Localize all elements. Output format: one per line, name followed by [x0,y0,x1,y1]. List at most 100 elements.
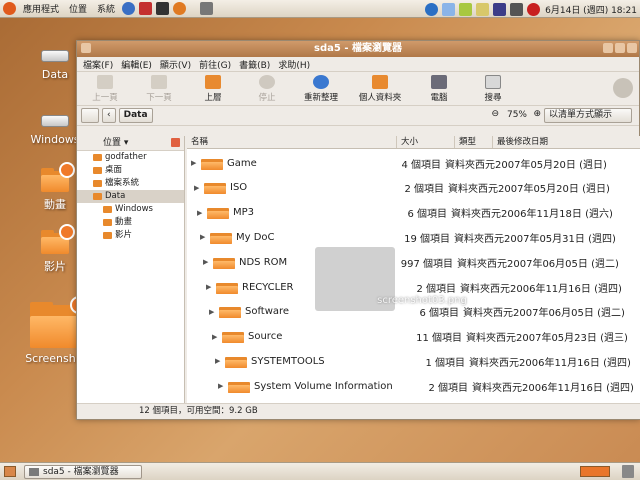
place-icon [93,167,102,174]
network-signal-icon[interactable] [493,2,507,16]
expander-icon: ▶ [212,332,218,341]
side-item[interactable]: Windows [77,203,184,216]
home-button[interactable]: 個人資料夾 [351,75,409,103]
side-item[interactable]: 影片 [77,229,184,242]
close-icon[interactable] [627,43,637,53]
column-size[interactable]: 大小 [397,136,455,148]
folder-icon [228,380,250,393]
stop-icon [259,75,275,89]
expander-icon: ▶ [209,307,215,316]
zoom-out-icon[interactable]: ⊖ [491,109,499,119]
zoom-level[interactable]: 75% [507,110,527,120]
file-type: 資料夾 [451,209,481,221]
mail-icon[interactable] [139,2,153,15]
file-date: 西元2007年05月23日 (週三) [496,333,628,345]
minimize-icon[interactable] [603,43,613,53]
file-name: My DoC [236,231,275,243]
file-size: 11 個項目 [416,333,462,345]
column-type[interactable]: 類型 [455,136,493,148]
window-titlebar[interactable]: sda5 - 檔案瀏覽器 [77,41,639,57]
menu-places[interactable]: 位置 [64,2,92,15]
forward-button[interactable]: 下一頁 [135,75,183,103]
table-row[interactable]: ▶ SYSTEMTOOLS 1 個項目 資料夾 西元2006年11月16日 (週四) [215,350,631,372]
list-header: 名稱 大小 類型 最後修改日期 [187,136,640,149]
ubuntu-logo-icon[interactable] [3,2,16,15]
file-type: 資料夾 [445,159,475,171]
reload-button[interactable]: 重新整理 [297,75,345,103]
maximize-icon[interactable] [615,43,625,53]
stop-button[interactable]: 停止 [243,75,291,103]
close-side-pane-icon[interactable] [171,138,180,147]
menu-help[interactable]: 求助(H) [278,58,310,71]
update-icon[interactable] [425,2,439,16]
workspace-switcher[interactable] [580,466,610,477]
file-date: 西元2006年11月18日 (週六) [481,209,613,221]
toggle-location-button[interactable] [81,108,99,123]
table-row[interactable]: ▶ MP3 6 個項目 資料夾 西元2006年11月18日 (週六) [197,202,613,224]
folder-icon [41,224,75,254]
column-date[interactable]: 最後修改日期 [493,136,640,148]
arrow-left-icon [97,75,113,89]
table-row[interactable]: ▶ ISO 2 個項目 資料夾 西元2007年05月20日 (週日) [194,177,610,199]
file-date: 西元2007年05月20日 (週日) [475,159,607,171]
side-item-label: Data [105,191,126,201]
file-size: 2 個項目 [428,382,468,394]
column-name[interactable]: 名稱 [187,136,397,148]
file-manager-window: sda5 - 檔案瀏覽器 檔案(F) 編輯(E) 顯示(V) 前往(G) 書籤(… [76,40,640,420]
table-row[interactable]: ▶ My DoC 19 個項目 資料夾 西元2007年05月31日 (週四) [200,226,616,248]
trash-icon[interactable] [622,465,634,478]
path-button-data[interactable]: Data [118,108,153,123]
side-item[interactable]: 檔案系統 [77,177,184,190]
side-item-label: 影片 [115,230,133,240]
side-item[interactable]: 動畫 [77,216,184,229]
drive-icon [41,115,69,127]
file-type: 資料夾 [472,382,502,394]
show-desktop-icon[interactable] [4,466,16,477]
clock[interactable]: 6月14日 (週四) 18:21 [542,3,640,16]
side-item[interactable]: Data [77,190,184,203]
volume-icon[interactable] [510,2,524,16]
keyboard-icon[interactable] [476,2,490,16]
taskbar-button-file-manager[interactable]: sda5 - 檔案瀏覽器 [24,465,142,479]
path-back-button[interactable]: ‹ [102,108,116,123]
menu-go[interactable]: 前往(G) [199,58,231,71]
screenshot-icon[interactable] [200,2,214,15]
file-manager-icon [29,468,39,476]
folder-icon [103,206,112,213]
table-row[interactable]: ▶ Game 4 個項目 資料夾 西元2007年05月20日 (週日) [191,152,607,174]
expander-icon: ▶ [215,357,221,366]
user-icon[interactable] [459,2,473,16]
expander-icon: ▶ [194,183,200,192]
view-mode-select[interactable]: 以清單方式顯示 [544,108,632,123]
computer-button[interactable]: 電腦 [415,75,463,103]
up-button[interactable]: 上層 [189,75,237,103]
window-menu-icon[interactable] [81,43,91,53]
file-size: 1 個項目 [425,357,465,369]
side-item[interactable]: godfather [77,151,184,164]
table-row[interactable]: ▶ System Volume Information 2 個項目 資料夾 西元2006… [218,375,634,397]
power-icon[interactable] [527,2,541,16]
bluetooth-icon[interactable] [442,2,456,16]
side-item[interactable]: 桌面 [77,164,184,177]
file-size: 4 個項目 [401,159,441,171]
menu-edit[interactable]: 編輯(E) [121,58,152,71]
menu-view[interactable]: 顯示(V) [160,58,191,71]
drag-ghost-label: screenshot03.png [377,295,467,306]
back-button[interactable]: 上一頁 [81,75,129,103]
terminal-icon[interactable] [156,2,170,15]
help-icon[interactable] [122,2,136,15]
search-button[interactable]: 搜尋 [469,75,517,103]
table-row[interactable]: ▶ Source 11 個項目 資料夾 西元2007年05月23日 (週三) [212,326,628,348]
expander-icon: ▶ [206,283,212,291]
zoom-in-icon[interactable]: ⊕ [533,109,541,119]
menu-system[interactable]: 系統 [92,2,120,15]
menu-file[interactable]: 檔案(F) [83,58,113,71]
file-list: 名稱 大小 類型 最後修改日期 ▶ Game 4 個項目 資料夾 西元2007年05月2… [187,136,640,404]
firefox-icon[interactable] [173,2,187,15]
table-row[interactable]: ▶ NDS ROM 997 個項目 資料夾 西元2007年06月05日 (週二) [203,251,619,273]
activity-spinner-icon [613,78,633,98]
side-pane-selector[interactable]: 位置 ▾ [77,136,184,151]
menu-bookmarks[interactable]: 書籤(B) [239,58,270,71]
menu-applications[interactable]: 應用程式 [18,2,64,15]
folder-icon [222,330,244,344]
